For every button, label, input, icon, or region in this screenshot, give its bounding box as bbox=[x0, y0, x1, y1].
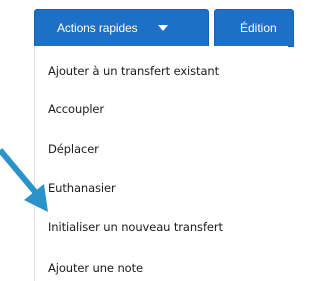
menu-item-euthanize[interactable]: Euthanasier bbox=[48, 181, 116, 195]
edition-label: Édition bbox=[240, 21, 277, 35]
quick-actions-screen: Actions rapides Édition Ajouter à un tra… bbox=[0, 0, 294, 281]
menu-item-initialize-new-transfer[interactable]: Initialiser un nouveau transfert bbox=[48, 220, 223, 234]
menu-item-pair[interactable]: Accoupler bbox=[48, 102, 104, 116]
menu-item-add-note[interactable]: Ajouter une note bbox=[48, 261, 143, 275]
quick-actions-button[interactable]: Actions rapides bbox=[34, 9, 209, 47]
menu-item-add-to-existing-transfer[interactable]: Ajouter à un transfert existant bbox=[48, 64, 219, 78]
toolbar: Actions rapides Édition bbox=[0, 0, 294, 47]
menu-item-move[interactable]: Déplacer bbox=[48, 142, 99, 156]
quick-actions-label: Actions rapides bbox=[57, 21, 138, 35]
caret-down-icon bbox=[157, 25, 168, 31]
edition-button[interactable]: Édition bbox=[214, 9, 294, 47]
quick-actions-menu: Ajouter à un transfert existant Accouple… bbox=[34, 46, 288, 281]
